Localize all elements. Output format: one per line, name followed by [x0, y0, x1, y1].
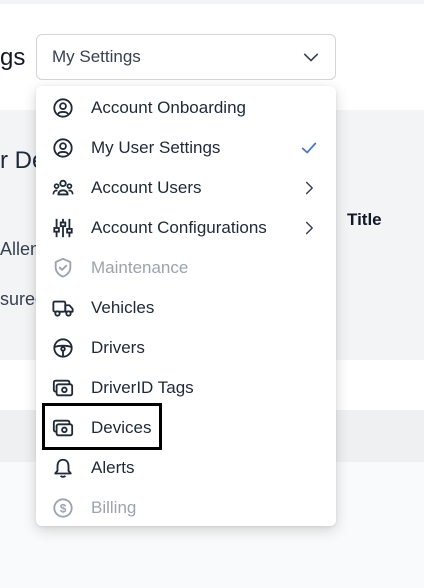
chevron-down-icon — [302, 48, 320, 66]
user-circle-icon — [51, 136, 75, 160]
menu-item-label: Drivers — [91, 338, 145, 357]
device-icon — [51, 416, 75, 440]
menu-item-label: Maintenance — [91, 258, 189, 277]
column-header-title: Title — [347, 210, 382, 229]
table-cell-name: Allen — [0, 239, 41, 259]
menu-item-billing: $ Billing — [36, 488, 336, 528]
check-icon — [298, 137, 320, 159]
menu-item-account-configurations[interactable]: Account Configurations — [36, 208, 336, 248]
page-title: gs — [0, 44, 26, 71]
user-circle-icon — [51, 96, 75, 120]
menu-item-my-user-settings[interactable]: My User Settings — [36, 128, 336, 168]
menu-item-label: Account Onboarding — [91, 98, 246, 117]
menu-item-label: Billing — [91, 498, 137, 517]
menu-item-maintenance: Maintenance — [36, 248, 336, 288]
page: gs r De Allen sured Title My Settings Ac… — [0, 0, 424, 588]
menu-item-label: Vehicles — [91, 298, 155, 317]
menu-item-label: DriverID Tags — [91, 378, 194, 397]
menu-item-devices[interactable]: Devices — [36, 408, 336, 448]
menu-item-label: Alerts — [91, 458, 135, 477]
menu-item-label: My User Settings — [91, 138, 221, 157]
settings-selector[interactable]: My Settings — [36, 34, 336, 80]
users-icon — [51, 176, 75, 200]
svg-text:$: $ — [60, 502, 67, 516]
sliders-icon — [51, 216, 75, 240]
menu-item-label: Devices — [91, 418, 152, 437]
dollar-circle-icon: $ — [51, 496, 75, 520]
settings-dropdown-menu: Account Onboarding My User Settings Acco… — [36, 86, 336, 526]
menu-item-alerts[interactable]: Alerts — [36, 448, 336, 488]
settings-selector-value: My Settings — [52, 47, 141, 66]
menu-item-account-onboarding[interactable]: Account Onboarding — [36, 88, 336, 128]
menu-item-vehicles[interactable]: Vehicles — [36, 288, 336, 328]
menu-item-drivers[interactable]: Drivers — [36, 328, 336, 368]
menu-item-account-users[interactable]: Account Users — [36, 168, 336, 208]
menu-item-label: Account Configurations — [91, 218, 267, 237]
steering-wheel-icon — [51, 336, 75, 360]
menu-item-driverid-tags[interactable]: DriverID Tags — [36, 368, 336, 408]
shield-check-icon — [51, 256, 75, 280]
chevron-right-icon — [298, 177, 320, 199]
menu-item-label: Account Users — [91, 178, 202, 197]
chevron-right-icon — [298, 217, 320, 239]
tag-device-icon — [51, 376, 75, 400]
bell-icon — [51, 456, 75, 480]
truck-icon — [51, 296, 75, 320]
